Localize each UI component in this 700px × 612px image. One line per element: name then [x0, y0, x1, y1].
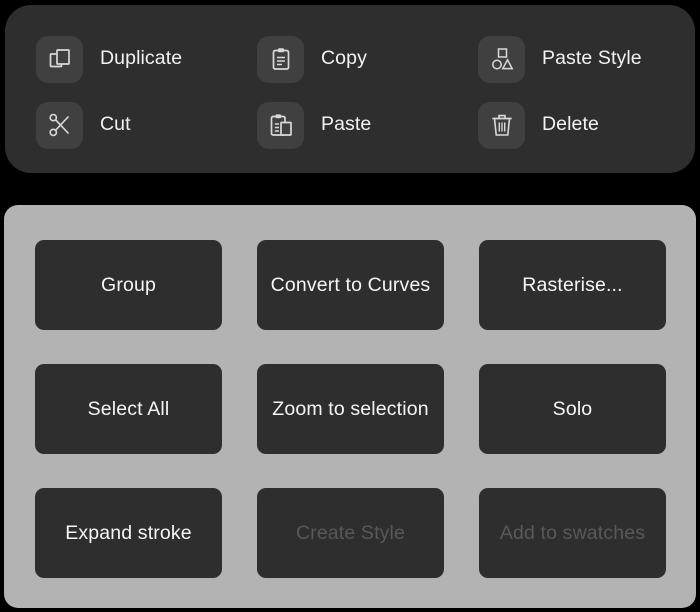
scissors-icon[interactable]: [36, 101, 83, 149]
action-button-group[interactable]: Group: [35, 240, 222, 330]
menu-item-cut[interactable]: Cut: [36, 97, 257, 153]
menu-item-copy[interactable]: Copy: [257, 31, 478, 87]
shapes-style-icon[interactable]: [478, 35, 525, 83]
context-menu-grid: Duplicate Copy Paste Style Cut Paste Del…: [36, 31, 666, 153]
duplicate-icon[interactable]: [36, 35, 83, 83]
action-button-rasterise[interactable]: Rasterise...: [479, 240, 666, 330]
action-panel: Group Convert to Curves Rasterise... Sel…: [4, 205, 696, 608]
action-button-grid: Group Convert to Curves Rasterise... Sel…: [35, 240, 666, 578]
action-button-convert-to-curves[interactable]: Convert to Curves: [257, 240, 444, 330]
action-button-create-style: Create Style: [257, 488, 444, 578]
action-button-zoom-to-selection[interactable]: Zoom to selection: [257, 364, 444, 454]
clipboard-paste-icon[interactable]: [257, 101, 304, 149]
menu-item-paste[interactable]: Paste: [257, 97, 478, 153]
menu-item-label: Paste Style: [542, 47, 642, 70]
action-button-add-to-swatches: Add to swatches: [479, 488, 666, 578]
menu-item-label: Paste: [321, 113, 372, 136]
action-button-expand-stroke[interactable]: Expand stroke: [35, 488, 222, 578]
context-menu-panel: Duplicate Copy Paste Style Cut Paste Del…: [5, 5, 695, 173]
menu-item-label: Cut: [100, 113, 131, 136]
menu-item-paste-style[interactable]: Paste Style: [478, 31, 666, 87]
menu-item-label: Delete: [542, 113, 599, 136]
menu-item-label: Copy: [321, 47, 367, 70]
action-button-select-all[interactable]: Select All: [35, 364, 222, 454]
clipboard-copy-icon[interactable]: [257, 35, 304, 83]
menu-item-duplicate[interactable]: Duplicate: [36, 31, 257, 87]
trash-icon[interactable]: [478, 101, 525, 149]
action-button-solo[interactable]: Solo: [479, 364, 666, 454]
menu-item-label: Duplicate: [100, 47, 183, 70]
menu-item-delete[interactable]: Delete: [478, 97, 666, 153]
